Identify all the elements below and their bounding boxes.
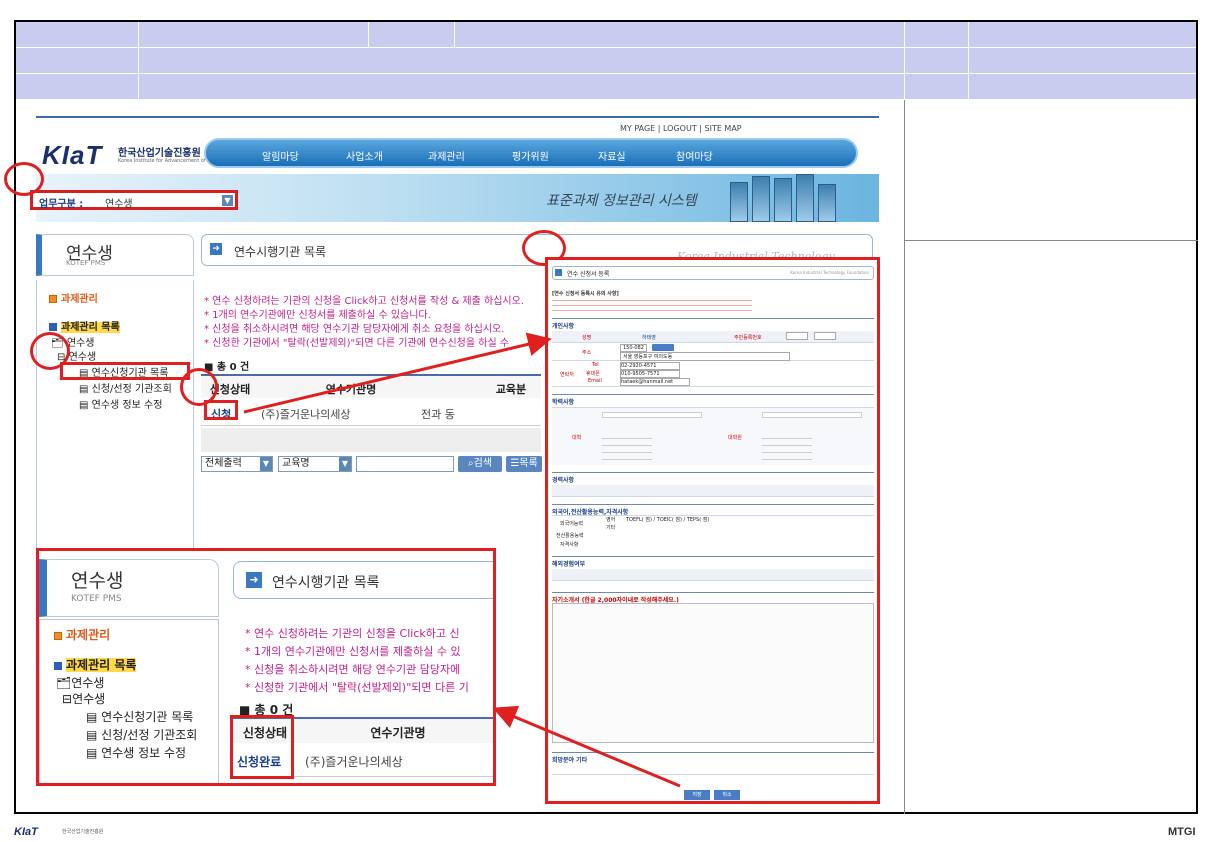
footer-logo-sub: 한국산업기술진흥원 xyxy=(62,829,104,835)
arrow-line xyxy=(492,705,681,788)
arrow-line xyxy=(243,332,552,414)
footer-logo: KIaT xyxy=(14,826,38,838)
annotation-arrows xyxy=(243,332,681,788)
footer-mtgi-logo: MTGI xyxy=(1168,826,1196,838)
